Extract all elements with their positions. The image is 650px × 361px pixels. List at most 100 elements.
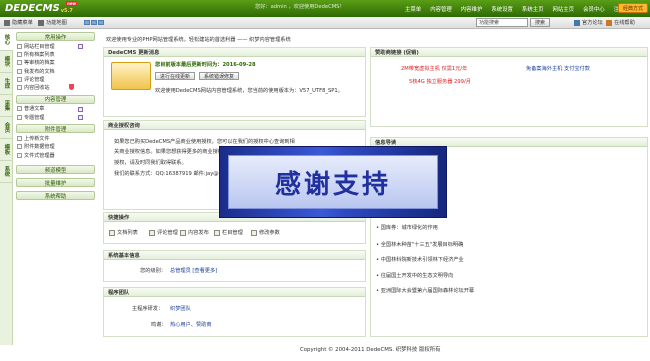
team-dev-value[interactable]: 织梦团队 xyxy=(170,305,191,312)
tab-generate[interactable]: 生成 xyxy=(0,73,13,95)
help-link[interactable]: 在线帮助 xyxy=(606,19,635,26)
sidebar-item-column-manage[interactable]: 网站栏目管理 xyxy=(14,42,97,50)
level-label: 您的级别： xyxy=(140,268,166,274)
layout-icons xyxy=(84,20,105,25)
map-icon xyxy=(38,19,44,26)
upload-icon xyxy=(17,136,22,142)
sponsor-link-1[interactable]: 2M带宽虚拟主机 仅需1元/年 xyxy=(401,65,467,72)
nav-content-maintain[interactable]: 内容维护 xyxy=(461,5,483,13)
sidebar-section-attachments[interactable]: 附件管理 xyxy=(16,124,95,134)
quick-settings[interactable]: 修改参数 xyxy=(251,229,280,236)
sidebar-item-my-docs[interactable]: 我发布的文档 xyxy=(14,67,97,75)
sponsor-panel: 赞助商链接 (促销) 2M带宽虚拟主机 仅需1元/年 免备案海外主机 支付宝付款… xyxy=(370,47,648,127)
team-thanks-value[interactable]: 热心用户、赞助商 xyxy=(170,321,212,328)
sponsor-link-3[interactable]: 5核4G 独立服务器 299/月 xyxy=(409,78,471,85)
update-panel-title: DedeCMS 更新消息 xyxy=(104,48,365,57)
function-search-input[interactable]: 功能搜索 xyxy=(476,18,528,27)
hide-menu-button[interactable]: 隐藏菜单 xyxy=(4,19,33,26)
footer-copyright: Copyright © 2004-2011 DedeCMS. 织梦科技 版权所有 xyxy=(300,347,441,353)
tab-collect[interactable]: 采集 xyxy=(0,95,13,117)
shield-icon xyxy=(69,84,74,91)
sidebar-item-file-manager[interactable]: 文件式管理器 xyxy=(14,151,97,159)
tab-modules[interactable]: 模块 xyxy=(0,51,13,73)
sidebar-section-batch[interactable]: 批量维护 xyxy=(16,178,95,188)
function-map-button[interactable]: 功能地图 xyxy=(38,19,67,26)
sidebar-item-comments[interactable]: 评论管理 xyxy=(14,75,97,83)
version-welcome: 欢迎使用DedeCMS网站内容管理系统，您当前的使用版本为：V57_UTF8_S… xyxy=(155,88,343,94)
sidebar-item-recycle[interactable]: 内容回收站 xyxy=(14,83,97,91)
doc-list-icon xyxy=(109,229,115,236)
nav-system-home[interactable]: 系统主页 xyxy=(522,5,544,13)
forum-link[interactable]: 官方论坛 xyxy=(574,19,603,26)
left-vertical-tabs: 核心 模块 生成 采集 会员 模板 系统 xyxy=(0,29,13,345)
quick-doc-list[interactable]: 文档列表 xyxy=(109,229,138,236)
quick-columns[interactable]: 栏目管理 xyxy=(214,229,243,236)
layout-icon-2[interactable] xyxy=(91,20,97,25)
list-icon xyxy=(17,51,22,57)
dedecms-logo[interactable]: DEDECMS v5.7 new xyxy=(0,0,80,17)
layout-icon-3[interactable] xyxy=(98,20,104,25)
top-header: DEDECMS v5.7 new 您好：admin ，欢迎使用DedeCMS！ 主菜… xyxy=(0,0,650,17)
nav-member-center[interactable]: 会员中心 xyxy=(583,5,605,13)
sidebar-item-special[interactable]: 专题管理 xyxy=(14,113,97,121)
sponsor-title: 赞助商链接 (促销) xyxy=(371,48,647,57)
hide-menu-icon xyxy=(4,19,10,26)
add-icon[interactable] xyxy=(78,106,83,112)
sponsor-link-2[interactable]: 免备案海外主机 支付宝付款 xyxy=(526,65,590,72)
sidebar-section-common[interactable]: 常用操作 xyxy=(16,32,95,41)
forum-icon xyxy=(574,19,580,26)
sidebar-item-attach-data[interactable]: 附件数据管理 xyxy=(14,143,97,151)
team-dev-label: 主程序研发： xyxy=(132,306,164,312)
mode-switch-button[interactable]: 经典方式 xyxy=(618,3,648,13)
news-item[interactable]: • 亚洲国际大会暨第六届国际森林论坛开幕 xyxy=(376,287,474,294)
toolbar: 隐藏菜单 功能地图 功能搜索 搜索 官方论坛 在线帮助 xyxy=(0,17,650,29)
sidebar-item-article[interactable]: 普通文章 xyxy=(14,105,97,113)
update-icon xyxy=(111,62,151,90)
news-item[interactable]: • 往届国土开发中的生态文明导向 xyxy=(376,272,453,279)
data-icon xyxy=(17,144,22,150)
online-update-button[interactable]: 进行在线更新 xyxy=(155,72,195,80)
thanks-text: 感谢支持 xyxy=(274,169,391,200)
add-icon[interactable] xyxy=(78,115,83,121)
tab-templates[interactable]: 模板 xyxy=(0,139,13,161)
column-icon xyxy=(214,229,220,236)
sidebar-item-all-docs[interactable]: 所有档案列表 xyxy=(14,50,97,58)
settings-icon xyxy=(251,229,257,236)
nav-system-settings[interactable]: 系统设置 xyxy=(491,5,513,13)
news-item[interactable]: • 全国林木种苗"十三五"发展目标明确 xyxy=(376,241,463,248)
intro-text: 欢迎使用专业的PHP网站管理系统，轻松建站的首选利器 —— 织梦内容管理系统 xyxy=(106,37,291,43)
update-panel: DedeCMS 更新消息 您目前版本最后更新时间为：2016-09-28 进行在… xyxy=(103,47,366,117)
layout-icon-1[interactable] xyxy=(84,20,90,25)
system-info-panel: 系统基本信息 您的级别： 总管理员 [查看更多] xyxy=(103,250,366,282)
add-icon[interactable] xyxy=(78,44,83,49)
quick-publish[interactable]: 内容发布 xyxy=(180,229,209,236)
help-icon xyxy=(606,19,612,26)
news-item[interactable]: • 国库券：城市绿化的作用 xyxy=(376,224,438,231)
tab-core[interactable]: 核心 xyxy=(0,29,13,51)
level-value[interactable]: 总管理员 [查看更多] xyxy=(170,267,217,274)
team-title: 程序团队 xyxy=(104,288,365,297)
nav-main-menu[interactable]: 主菜单 xyxy=(405,5,421,13)
doc-icon xyxy=(17,60,22,66)
doc-icon xyxy=(17,68,22,74)
tab-members[interactable]: 会员 xyxy=(0,117,13,139)
nav-site-home[interactable]: 网站主页 xyxy=(553,5,575,13)
sidebar-item-pending-docs[interactable]: 等审核的档案 xyxy=(14,59,97,67)
quick-comments[interactable]: 评论管理 xyxy=(149,229,178,236)
publish-icon xyxy=(180,229,186,236)
thanks-banner: 感谢支持 xyxy=(219,146,447,218)
search-button[interactable]: 搜索 xyxy=(530,18,550,27)
system-info-title: 系统基本信息 xyxy=(104,251,365,260)
news-item[interactable]: • 中国林科院新技术引领林下经济产业 xyxy=(376,256,464,263)
system-fix-button[interactable]: 系统错误修复 xyxy=(199,72,239,80)
tab-system[interactable]: 系统 xyxy=(0,161,13,183)
sidebar-section-help[interactable]: 系统帮助 xyxy=(16,191,95,201)
sidebar: 常用操作 网站栏目管理 所有档案列表 等审核的档案 我发布的文档 评论管理 内容… xyxy=(14,31,97,351)
special-icon xyxy=(17,114,22,120)
top-navigation: 主菜单 内容管理 内容维护 系统设置 系统主页 网站主页 会员中心 注销 xyxy=(405,0,633,17)
comment-icon xyxy=(17,76,22,82)
sidebar-section-channel[interactable]: 频道模型 xyxy=(16,165,95,175)
sidebar-section-content[interactable]: 内容管理 xyxy=(16,94,95,104)
nav-content-manage[interactable]: 内容管理 xyxy=(430,5,452,13)
sidebar-item-upload[interactable]: 上传新文件 xyxy=(14,134,97,142)
